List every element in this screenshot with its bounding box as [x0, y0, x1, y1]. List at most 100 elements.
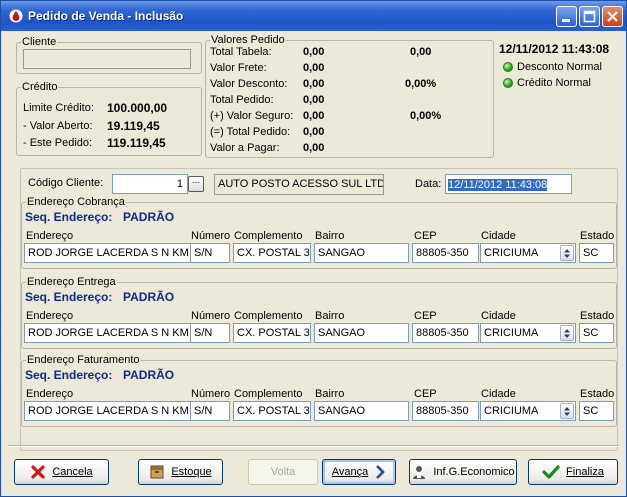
cidade-value-entrega: CRICIUMA	[484, 327, 539, 339]
estado-input-cobranca[interactable]: SC	[579, 243, 614, 263]
codigo-cliente-input[interactable]: 1	[112, 174, 188, 194]
cep-label-entrega: CEP	[414, 310, 437, 322]
box-icon	[150, 465, 164, 479]
inf-economico-button-label: Inf.G.Economico	[433, 466, 515, 478]
estado-value-entrega: SC	[583, 327, 599, 339]
estado-input-faturamento[interactable]: SC	[579, 401, 614, 421]
total-pedido-final-value: 0,00	[303, 126, 325, 138]
valor-desconto-value: 0,00	[303, 78, 325, 90]
numero-input-faturamento[interactable]: S/N	[190, 401, 230, 421]
seq-endereco-value-entrega: PADRÃO	[123, 290, 175, 304]
avanca-button-label: Avança	[331, 466, 369, 478]
data-label: Data:	[415, 178, 442, 190]
cep-value-cobranca: 88805-350	[416, 247, 469, 259]
chevron-right-icon	[376, 465, 386, 479]
bairro-label-faturamento: Bairro	[315, 388, 345, 400]
updown-arrow-icon	[564, 329, 570, 338]
complemento-label-faturamento: Complemento	[234, 388, 303, 400]
total-pedido-value: 0,00	[303, 94, 325, 106]
complemento-value-entrega: CX. POSTAL 3	[237, 327, 310, 339]
estado-label-cobranca: Estado	[580, 230, 615, 242]
complemento-input-faturamento[interactable]: CX. POSTAL 3	[233, 401, 311, 421]
bairro-value-faturamento: SANGAO	[318, 405, 366, 417]
minimize-button[interactable]	[556, 6, 577, 27]
cancel-button[interactable]: Cancela	[14, 459, 109, 485]
credito-legend: Crédito	[22, 81, 58, 93]
numero-input-entrega[interactable]: S/N	[190, 323, 230, 343]
data-input[interactable]: 12/11/2012 11:43:08	[445, 174, 572, 194]
cep-label-faturamento: CEP	[414, 388, 437, 400]
cancel-button-label: Cancela	[52, 466, 93, 478]
numero-label-faturamento: Número	[191, 388, 231, 400]
updown-arrow-icon	[564, 249, 570, 258]
complemento-input-entrega[interactable]: CX. POSTAL 3	[233, 323, 311, 343]
complemento-label-entrega: Complemento	[234, 310, 303, 322]
limite-credito-value: 100.000,00	[107, 101, 168, 115]
title-bar[interactable]: Pedido de Venda - Inclusão	[1, 1, 626, 31]
address-legend-entrega: Endereço Entrega	[27, 276, 116, 288]
cidade-spin-button-faturamento[interactable]	[560, 403, 574, 419]
inf-economico-button[interactable]: Inf.G.Economico	[409, 459, 517, 485]
seq-endereco-label-entrega: Seq. Endereço:	[25, 290, 113, 304]
cliente-legend: Cliente	[22, 36, 57, 48]
status-datetime: 12/11/2012 11:43:08	[499, 42, 610, 56]
address-legend-faturamento: Endereço Faturamento	[27, 354, 140, 366]
cidade-spin-button-entrega[interactable]	[560, 325, 574, 341]
total-tabela-extra: 0,00	[410, 46, 432, 58]
lookup-cliente-button[interactable]: ···	[188, 176, 204, 192]
maximize-button[interactable]	[579, 6, 600, 27]
client-area: Cliente Crédito Limite Crédito: 100.000,…	[4, 31, 623, 494]
minimize-icon	[562, 19, 570, 22]
cidade-select-entrega[interactable]: CRICIUMA	[480, 323, 576, 343]
cidade-select-faturamento[interactable]: CRICIUMA	[480, 401, 576, 421]
cliente-display	[23, 49, 191, 69]
cep-input-cobranca[interactable]: 88805-350	[412, 243, 479, 263]
seq-endereco-label-faturamento: Seq. Endereço:	[25, 368, 113, 382]
cidade-value-cobranca: CRICIUMA	[484, 247, 539, 259]
ellipsis-icon: ···	[191, 177, 201, 187]
bairro-input-faturamento[interactable]: SANGAO	[314, 401, 409, 421]
total-tabela-value: 0,00	[303, 46, 325, 58]
address-legend-cobranca: Endereço Cobrança	[27, 196, 125, 208]
bairro-input-entrega[interactable]: SANGAO	[314, 323, 409, 343]
valor-seguro-extra: 0,00%	[410, 110, 442, 122]
estoque-button[interactable]: Estoque	[138, 459, 223, 485]
complemento-input-cobranca[interactable]: CX. POSTAL 3	[233, 243, 311, 263]
bairro-label-entrega: Bairro	[315, 310, 345, 322]
numero-value-cobranca: S/N	[194, 247, 213, 259]
desconto-status-led-icon	[503, 62, 513, 72]
cep-value-entrega: 88805-350	[416, 327, 469, 339]
valor-frete-label: Valor Frete:	[210, 62, 267, 74]
cliente-nome-display: AUTO POSTO ACESSO SUL LTDA	[214, 174, 384, 195]
cep-input-faturamento[interactable]: 88805-350	[412, 401, 479, 421]
bairro-input-cobranca[interactable]: SANGAO	[314, 243, 409, 263]
seq-endereco-value-faturamento: PADRÃO	[123, 368, 175, 382]
complemento-value-faturamento: CX. POSTAL 3	[237, 405, 310, 417]
maximize-icon	[583, 10, 596, 23]
estado-input-entrega[interactable]: SC	[579, 323, 614, 343]
endereco-label-cobranca: Endereço	[26, 230, 74, 242]
cidade-select-cobranca[interactable]: CRICIUMA	[480, 243, 576, 263]
close-icon	[607, 11, 618, 22]
endereco-input-faturamento[interactable]: ROD JORGE LACERDA S N KM	[24, 401, 191, 421]
finaliza-button[interactable]: Finaliza	[528, 459, 618, 485]
cep-value-faturamento: 88805-350	[416, 405, 469, 417]
cep-input-entrega[interactable]: 88805-350	[412, 323, 479, 343]
avanca-button[interactable]: Avança	[322, 459, 396, 485]
valor-desconto-label: Valor Desconto:	[210, 78, 288, 90]
endereco-input-entrega[interactable]: ROD JORGE LACERDA S N KM	[24, 323, 191, 343]
person-icon	[413, 466, 426, 479]
numero-input-cobranca[interactable]: S/N	[190, 243, 230, 263]
valor-aberto-value: 19.119,45	[107, 119, 160, 133]
estado-value-faturamento: SC	[583, 405, 599, 417]
cidade-label-faturamento: Cidade	[481, 388, 516, 400]
estado-value-cobranca: SC	[583, 247, 599, 259]
endereco-value-cobranca: ROD JORGE LACERDA S N KM	[28, 247, 189, 259]
close-button[interactable]	[602, 6, 623, 27]
bairro-label-cobranca: Bairro	[315, 230, 345, 242]
cidade-value-faturamento: CRICIUMA	[484, 405, 539, 417]
cidade-spin-button-cobranca[interactable]	[560, 245, 574, 261]
endereco-input-cobranca[interactable]: ROD JORGE LACERDA S N KM	[24, 243, 191, 263]
volta-button[interactable]: Volta	[248, 459, 318, 485]
red-x-icon	[31, 465, 45, 479]
